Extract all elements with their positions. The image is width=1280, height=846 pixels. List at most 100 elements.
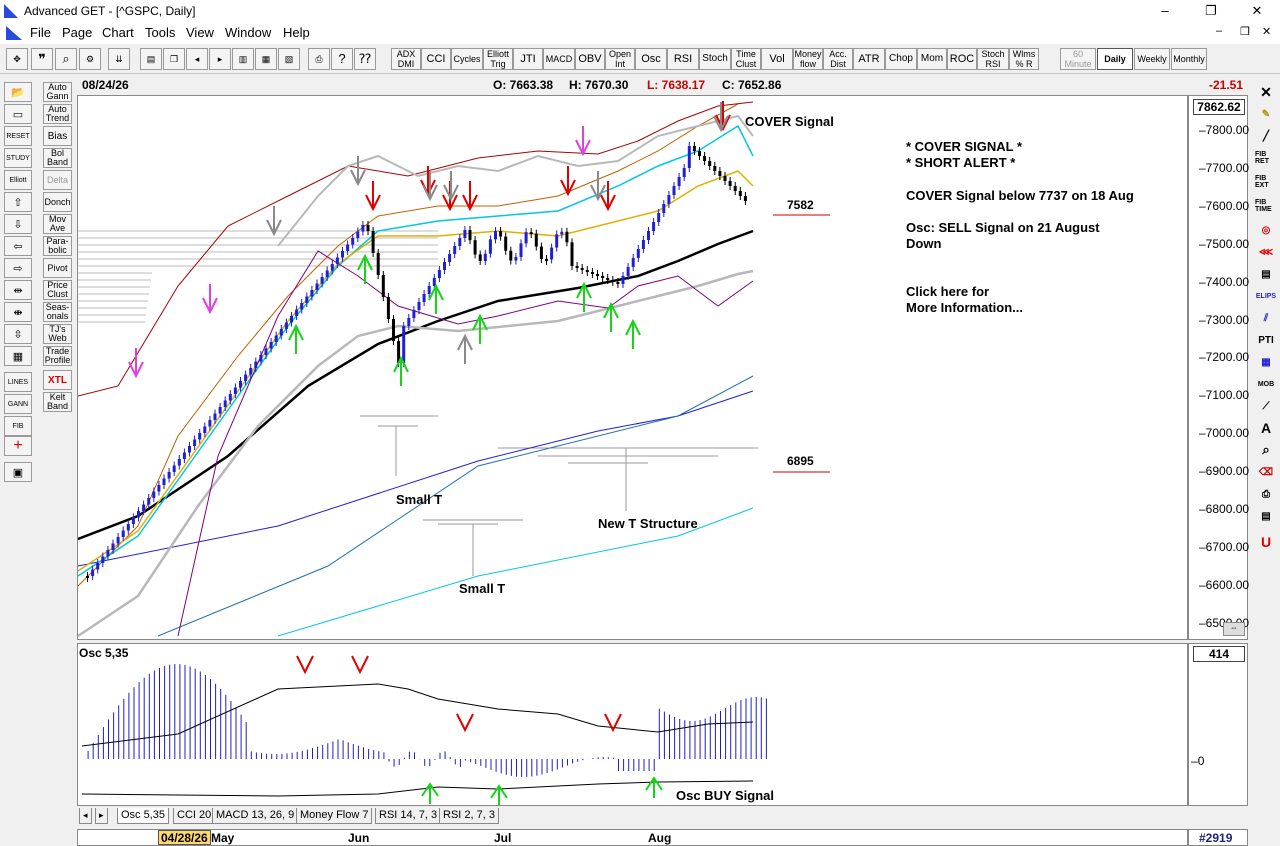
- layout-icon[interactable]: ▦: [255, 48, 277, 70]
- study-chop[interactable]: Chop: [885, 48, 917, 70]
- tab-scroll-right[interactable]: ▸: [95, 808, 108, 824]
- eraser-icon[interactable]: ⌫: [1255, 462, 1277, 482]
- study-auto-gann[interactable]: Auto Gann: [43, 82, 72, 102]
- box-icon[interactable]: ▤: [1255, 264, 1277, 284]
- mdi-close-button[interactable]: ✕: [1262, 25, 1271, 38]
- study-osc[interactable]: Osc: [635, 48, 667, 70]
- compress-icon[interactable]: ⇹: [4, 280, 32, 300]
- tab-rsi-2[interactable]: RSI 2, 7, 3: [439, 808, 499, 824]
- pti-icon[interactable]: PTI: [1255, 330, 1277, 350]
- study-stoch[interactable]: Stoch: [699, 48, 731, 70]
- timeframe-60-minute[interactable]: 60 Minute: [1060, 48, 1096, 70]
- notes-icon[interactable]: ▤: [1255, 506, 1277, 526]
- study-mov-ave[interactable]: Mov Ave: [43, 214, 72, 234]
- study-icon[interactable]: ▭: [4, 104, 32, 124]
- timeframe-weekly[interactable]: Weekly: [1134, 48, 1170, 70]
- timeframe-monthly[interactable]: Monthly: [1171, 48, 1207, 70]
- study-bol-band[interactable]: Bol Band: [43, 148, 72, 168]
- reset-button[interactable]: RESET: [4, 126, 32, 146]
- study-tjs-web[interactable]: TJ's Web: [43, 324, 72, 344]
- magnet-icon[interactable]: U: [1255, 532, 1277, 552]
- study-wlms-r[interactable]: Wlms % R: [1009, 48, 1039, 70]
- maximize-button[interactable]: ❐: [1188, 0, 1234, 22]
- study-delta[interactable]: Delta: [43, 170, 72, 190]
- price-chart[interactable]: COVER Signal 7582 6895 Small T Small T N…: [77, 95, 1188, 640]
- study-money-flow[interactable]: Money flow: [793, 48, 823, 70]
- template-icon[interactable]: ▥: [232, 48, 254, 70]
- menu-tools[interactable]: Tools: [145, 25, 175, 40]
- tab-scroll-left[interactable]: ◂: [79, 808, 92, 824]
- study-atr[interactable]: ATR: [853, 48, 885, 70]
- study-trade-profile[interactable]: Trade Profile: [43, 346, 72, 366]
- study-auto-trend[interactable]: Auto Trend: [43, 104, 72, 124]
- crosshair-icon[interactable]: +: [4, 436, 32, 456]
- more-info-link-line2[interactable]: More Information...: [906, 300, 1023, 315]
- study-mom[interactable]: Mom: [917, 48, 947, 70]
- study-elliott-trig[interactable]: Elliott Trig: [483, 48, 513, 70]
- elliott-button[interactable]: Elliott: [4, 170, 32, 190]
- scale-icon[interactable]: ⇳: [4, 324, 32, 344]
- arrow-down-icon[interactable]: ⇩: [4, 214, 32, 234]
- fib-ext-icon[interactable]: FIB EXT: [1255, 172, 1277, 192]
- context-help-icon[interactable]: ⁇: [354, 48, 376, 70]
- study-time-clust[interactable]: Time Clust: [731, 48, 761, 70]
- close-button[interactable]: ✕: [1234, 0, 1280, 22]
- arrow-right-icon[interactable]: ⇨: [4, 258, 32, 278]
- study-bias[interactable]: Bias: [43, 126, 72, 146]
- line-tool-icon[interactable]: ╱: [1255, 126, 1277, 146]
- study-kelt-band[interactable]: Kelt Band: [43, 392, 72, 412]
- page-icon[interactable]: ▤: [140, 48, 162, 70]
- arrow-up-icon[interactable]: ⇧: [4, 192, 32, 212]
- grid-tool-icon[interactable]: ▦: [1255, 352, 1277, 372]
- study-parabolic[interactable]: Para-bolic: [43, 236, 72, 256]
- tab-osc[interactable]: Osc 5,35: [117, 808, 170, 824]
- fib-time-icon[interactable]: FIB TIME: [1255, 196, 1277, 216]
- timeframe-daily[interactable]: Daily: [1097, 48, 1133, 70]
- tab-cci[interactable]: CCI 20: [173, 808, 216, 824]
- study-acc-dist[interactable]: Acc. Dist: [823, 48, 853, 70]
- menu-view[interactable]: View: [186, 25, 214, 40]
- magnify-icon[interactable]: ⌕: [1255, 440, 1277, 460]
- open-folder-icon[interactable]: 📂: [4, 82, 32, 102]
- study-cci[interactable]: CCI: [421, 48, 451, 70]
- channel-icon[interactable]: ⫽: [1255, 308, 1277, 328]
- download-icon[interactable]: ⇊: [108, 48, 130, 70]
- study-seasonals[interactable]: Seas-onals: [43, 302, 72, 322]
- fan-icon[interactable]: ⋘: [1255, 242, 1277, 262]
- study-button[interactable]: STUDY: [4, 148, 32, 168]
- print-tool-icon[interactable]: ⎙: [1255, 484, 1277, 504]
- study-macd[interactable]: MACD: [543, 48, 575, 70]
- zoom-icon[interactable]: ⌕: [55, 48, 77, 70]
- expand-icon[interactable]: ⇼: [4, 302, 32, 322]
- help-icon[interactable]: ?: [331, 48, 353, 70]
- properties-icon[interactable]: ▣: [4, 462, 32, 482]
- forward-icon[interactable]: ▸: [209, 48, 231, 70]
- tab-rsi-14[interactable]: RSI 14, 7, 3: [375, 808, 442, 824]
- study-adx-dmi[interactable]: ADX DMI: [391, 48, 421, 70]
- study-xtl[interactable]: XTL: [43, 370, 72, 390]
- tab-money-flow[interactable]: Money Flow 7: [296, 808, 373, 824]
- text-tool-icon[interactable]: A: [1255, 418, 1277, 438]
- minimize-button[interactable]: –: [1142, 0, 1188, 22]
- close-x-icon[interactable]: ✕: [1255, 82, 1277, 102]
- tools-icon[interactable]: ⚙: [79, 48, 101, 70]
- fib-ret-icon[interactable]: FIB RET: [1255, 148, 1277, 168]
- oscillator-panel[interactable]: Osc 5,35 Osc BUY Signal: [77, 643, 1188, 806]
- grid-icon[interactable]: ▦: [4, 346, 32, 366]
- price-scale[interactable]: 7862.62 –7800.00 –7700.00 –7600.00 –7500.00…: [1188, 95, 1249, 640]
- study-donch[interactable]: Donch: [43, 192, 72, 212]
- study-open-int[interactable]: Open Int: [605, 48, 635, 70]
- study-stoch-rsi[interactable]: Stoch RSI: [977, 48, 1009, 70]
- fib-circle-icon[interactable]: ◎: [1255, 220, 1277, 240]
- quote-icon[interactable]: ❞: [31, 48, 53, 70]
- pointer-icon[interactable]: ✥: [6, 48, 28, 70]
- tab-macd[interactable]: MACD 13, 26, 9: [212, 808, 299, 824]
- study-price-clust[interactable]: Price Clust: [43, 280, 72, 300]
- menu-file[interactable]: File: [30, 25, 51, 40]
- study-jti[interactable]: JTI: [513, 48, 543, 70]
- print-icon[interactable]: ⎙: [308, 48, 330, 70]
- mdi-restore-button[interactable]: ❐: [1240, 25, 1250, 38]
- copy-icon[interactable]: ❐: [163, 48, 185, 70]
- pencil-icon[interactable]: ✎: [1255, 104, 1277, 124]
- trend-icon[interactable]: ⟋: [1255, 396, 1277, 416]
